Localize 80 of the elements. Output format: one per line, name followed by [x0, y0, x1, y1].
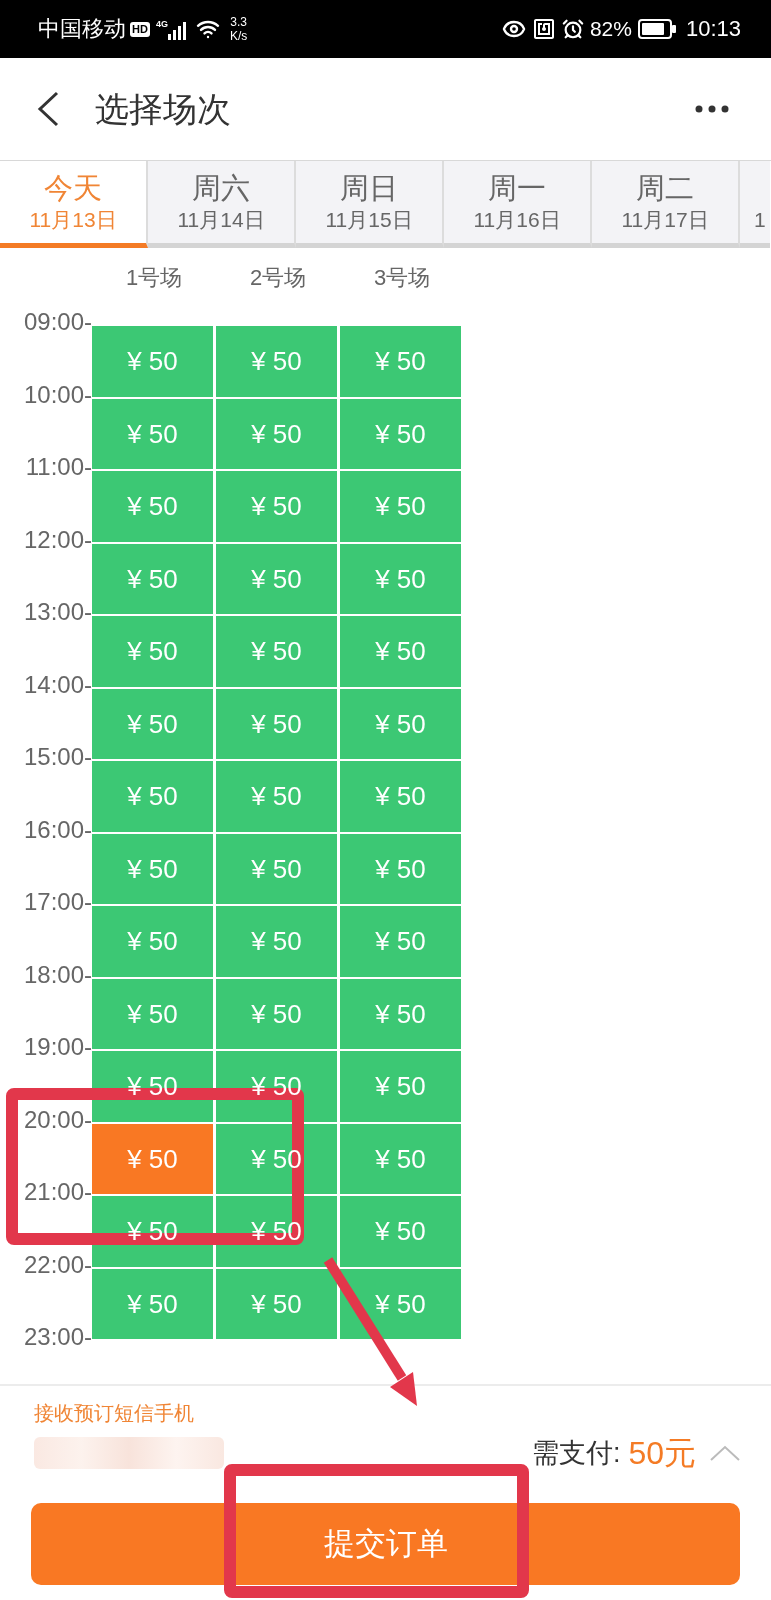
time-slot[interactable]: ¥ 50 [340, 398, 461, 469]
time-slot[interactable]: ¥ 50 [92, 906, 213, 977]
time-label: 16:00- [23, 815, 92, 844]
time-slot[interactable]: ¥ 50 [340, 471, 461, 542]
speed-unit: K/s [229, 29, 248, 43]
time-slot[interactable]: ¥ 50 [340, 1196, 461, 1267]
time-slot[interactable]: ¥ 50 [216, 543, 337, 614]
time-slot[interactable]: ¥ 50 [92, 1268, 213, 1339]
nfc-icon [531, 17, 556, 41]
back-chevron-icon [36, 91, 60, 127]
time-slot[interactable]: ¥ 50 [92, 1123, 213, 1194]
date-tab[interactable]: 今天 11月13日 [0, 161, 148, 248]
time-slot[interactable]: ¥ 50 [340, 616, 461, 687]
payment-amount: 50元 [628, 1434, 696, 1472]
time-slot[interactable]: ¥ 50 [216, 906, 337, 977]
time-slot[interactable]: ¥ 50 [340, 543, 461, 614]
payment-label: 需支付: [531, 1437, 621, 1470]
time-label: 14:00- [23, 670, 92, 699]
time-label: 21:00- [23, 1178, 92, 1206]
time-slot[interactable]: ¥ 50 [340, 906, 461, 977]
time-slot[interactable]: ¥ 50 [340, 326, 461, 397]
chevron-up-icon [710, 1445, 740, 1461]
time-slot[interactable]: ¥ 50 [340, 978, 461, 1049]
time-label: 20:00- [23, 1105, 92, 1134]
time-label: 12:00- [23, 525, 92, 554]
time-label: 19:00- [23, 1033, 92, 1061]
court-header: 3号场 [373, 264, 431, 292]
time-slot[interactable]: ¥ 50 [340, 688, 461, 759]
time-label: 22:00- [23, 1250, 92, 1279]
clock-time: 10:13 [685, 16, 741, 42]
network-type-label: 4G [155, 18, 168, 29]
court-header: 1号场 [125, 264, 183, 292]
time-slot[interactable]: ¥ 50 [216, 398, 337, 469]
time-slot[interactable]: ¥ 50 [216, 1268, 337, 1339]
time-slot[interactable]: ¥ 50 [92, 833, 213, 904]
time-slot[interactable]: ¥ 50 [340, 1051, 461, 1122]
submit-order-button[interactable]: 提交订单 [31, 1503, 740, 1585]
date-tab[interactable]: 周日 11月15日 [296, 161, 444, 248]
time-slot[interactable]: ¥ 50 [92, 978, 213, 1049]
time-slot[interactable]: ¥ 50 [92, 688, 213, 759]
battery-icon [637, 19, 676, 39]
time-slot[interactable]: ¥ 50 [92, 761, 213, 832]
time-slot[interactable]: ¥ 50 [216, 326, 337, 397]
time-slot[interactable]: ¥ 50 [340, 1268, 461, 1339]
time-slot[interactable]: ¥ 50 [92, 471, 213, 542]
hd-badge: HD [130, 21, 150, 37]
more-icon [695, 105, 729, 113]
time-label: 17:00- [23, 888, 92, 916]
date-tab[interactable]: 周二 11月17日 [592, 161, 740, 248]
time-label: 10:00- [23, 380, 92, 409]
time-slot[interactable]: ¥ 50 [340, 761, 461, 832]
date-tab[interactable]: 周六 11月14日 [148, 161, 296, 248]
speed-value: 3.3 [230, 15, 247, 29]
time-label: 09:00- [23, 308, 92, 336]
date-tab[interactable]: 周一 11月16日 [444, 161, 592, 248]
time-slot[interactable]: ¥ 50 [216, 471, 337, 542]
date-tab[interactable]: 1 [740, 161, 770, 248]
carrier-name: 中国移动 [38, 16, 126, 42]
time-slot[interactable]: ¥ 50 [340, 1123, 461, 1194]
phone-field-label: 接收预订短信手机 [34, 1401, 194, 1426]
page-title: 选择场次 [95, 89, 231, 129]
alarm-icon [561, 18, 584, 40]
time-slot[interactable]: ¥ 50 [92, 543, 213, 614]
signal-icon [167, 21, 186, 40]
time-label: 11:00- [25, 453, 92, 481]
time-label: 23:00- [23, 1323, 92, 1351]
time-slot[interactable]: ¥ 50 [340, 833, 461, 904]
time-slot[interactable]: ¥ 50 [92, 398, 213, 469]
battery-percent: 82% [589, 16, 632, 42]
time-slot[interactable]: ¥ 50 [216, 978, 337, 1049]
time-slot[interactable]: ¥ 50 [216, 833, 337, 904]
time-slot[interactable]: ¥ 50 [92, 326, 213, 397]
time-slot[interactable]: ¥ 50 [216, 616, 337, 687]
time-slot[interactable]: ¥ 50 [216, 761, 337, 832]
time-label: 15:00- [23, 743, 92, 771]
court-header: 2号场 [249, 264, 307, 292]
time-slot[interactable]: ¥ 50 [92, 616, 213, 687]
time-label: 18:00- [23, 960, 92, 989]
time-slot[interactable]: ¥ 50 [216, 688, 337, 759]
time-label: 13:00- [23, 598, 92, 626]
